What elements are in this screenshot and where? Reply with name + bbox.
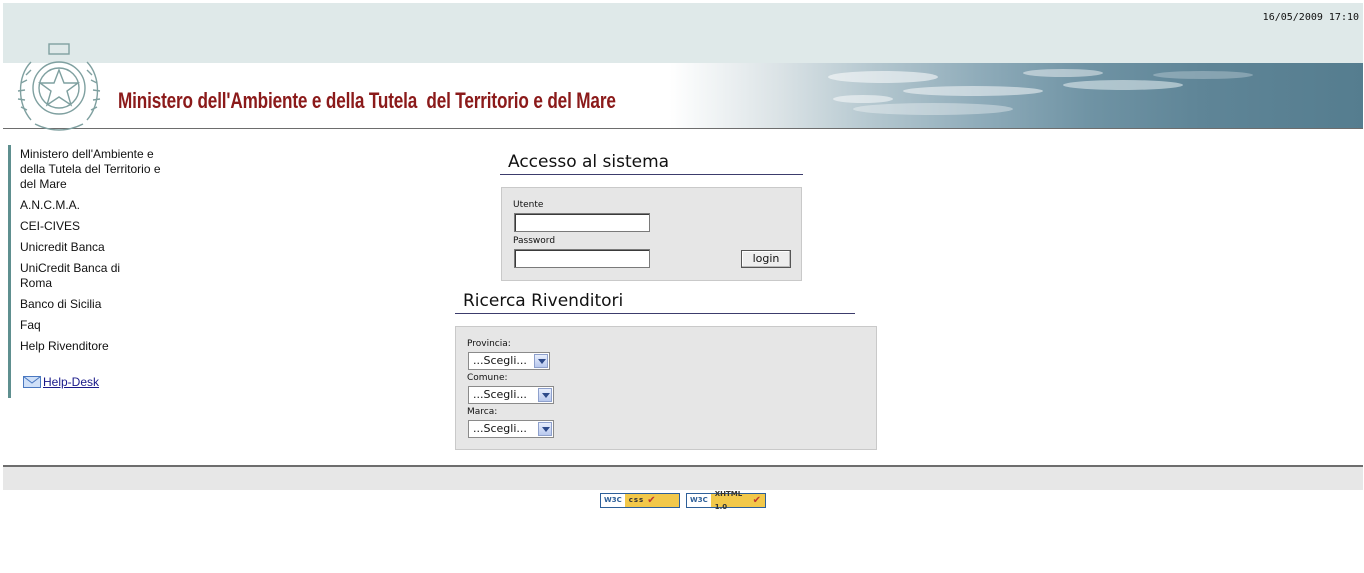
- badge-label: XHTML 1.0 ✔: [710, 490, 765, 511]
- chevron-down-icon: [534, 354, 548, 368]
- helpdesk-link-container: Help-Desk: [23, 375, 99, 389]
- sidebar-item-ministero[interactable]: Ministero dell'Ambiente e della Tutela d…: [20, 147, 162, 192]
- w3c-logo: W3C: [687, 494, 711, 507]
- comune-value: ...Scegli...: [473, 388, 527, 401]
- chevron-down-icon: [538, 422, 552, 436]
- header-banner: Ministero dell'Ambiente e della Tutela d…: [3, 63, 1363, 129]
- provincia-value: ...Scegli...: [473, 354, 527, 367]
- provincia-select[interactable]: ...Scegli...: [468, 352, 550, 370]
- user-label: Utente: [513, 200, 544, 210]
- marca-select[interactable]: ...Scegli...: [468, 420, 554, 438]
- login-form: Utente Password login: [501, 187, 802, 281]
- top-band: 16/05/2009 17:10: [3, 3, 1363, 63]
- footer-band: [3, 467, 1363, 490]
- checkmark-icon: ✔: [752, 495, 761, 506]
- marca-value: ...Scegli...: [473, 422, 527, 435]
- login-section-title: Accesso al sistema: [500, 152, 803, 175]
- w3c-xhtml-badge[interactable]: W3C XHTML 1.0 ✔: [686, 490, 766, 511]
- envelope-icon: [23, 376, 41, 388]
- sidebar-item-banco-sicilia[interactable]: Banco di Sicilia: [20, 297, 168, 312]
- chevron-down-icon: [538, 388, 552, 402]
- helpdesk-link[interactable]: Help-Desk: [43, 375, 99, 389]
- sidebar-item-cei-cives[interactable]: CEI-CIVES: [20, 219, 168, 234]
- search-form: Provincia: ...Scegli... Comune: ...Scegl…: [455, 326, 877, 450]
- sidebar-nav: Ministero dell'Ambiente e della Tutela d…: [8, 145, 168, 398]
- search-section-title: Ricerca Rivenditori: [455, 291, 855, 314]
- marca-label: Marca:: [467, 407, 498, 417]
- password-input[interactable]: [514, 249, 650, 268]
- sidebar-item-ancma[interactable]: A.N.C.M.A.: [20, 198, 168, 213]
- sidebar-item-help-rivenditore[interactable]: Help Rivenditore: [20, 339, 168, 354]
- badge-label: css ✔: [624, 494, 679, 507]
- italian-republic-emblem-icon: [17, 43, 101, 131]
- provincia-label: Provincia:: [467, 339, 511, 349]
- datetime: 16/05/2009 17:10: [1262, 12, 1359, 23]
- w3c-logo: W3C: [601, 494, 625, 507]
- comune-select[interactable]: ...Scegli...: [468, 386, 554, 404]
- w3c-css-badge[interactable]: W3C css ✔: [600, 493, 680, 508]
- login-button[interactable]: login: [741, 250, 791, 268]
- password-label: Password: [513, 236, 556, 246]
- checkmark-icon: ✔: [647, 495, 657, 506]
- user-input[interactable]: [514, 213, 650, 232]
- sidebar-item-faq[interactable]: Faq: [20, 318, 168, 333]
- sidebar-item-unicredit-banca[interactable]: Unicredit Banca: [20, 240, 168, 255]
- comune-label: Comune:: [467, 373, 508, 383]
- sky-clouds-image: [828, 69, 1253, 115]
- sidebar-item-unicredit-banca-roma[interactable]: UniCredit Banca di Roma: [20, 261, 130, 291]
- ministry-title: Ministero dell'Ambiente e della Tutela d…: [118, 88, 616, 113]
